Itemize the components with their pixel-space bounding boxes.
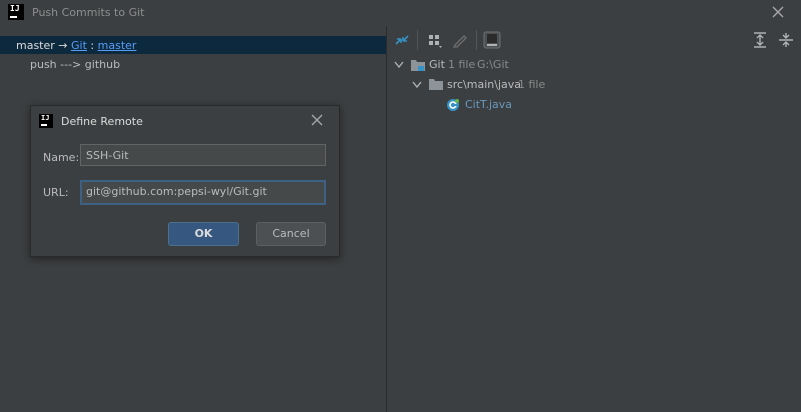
remote-link[interactable]: Git	[71, 39, 87, 52]
group-by-icon[interactable]	[425, 30, 445, 50]
tree-folder-row[interactable]: src\main\java 1 file	[387, 76, 801, 94]
chevron-down-icon[interactable]	[412, 81, 422, 89]
tree-root-path: G:\Git	[477, 58, 509, 71]
dialog-title: Define Remote	[61, 115, 143, 128]
source-branch: master	[16, 39, 55, 52]
define-remote-dialog: IJ Define Remote Name: SSH-Git URL: git@…	[30, 105, 340, 257]
url-label: URL:	[43, 186, 69, 199]
url-field[interactable]: git@github.com:pepsi-wyl/Git.git	[80, 180, 326, 205]
tree-root-count: 1 file	[448, 58, 476, 71]
chevron-down-icon[interactable]	[394, 61, 404, 69]
expand-all-icon[interactable]	[751, 30, 771, 50]
target-branch-link[interactable]: master	[98, 39, 137, 52]
module-folder-icon	[411, 60, 425, 71]
name-field[interactable]: SSH-Git	[80, 144, 326, 166]
tree-root-name: Git	[429, 58, 445, 71]
title-bar: IJ Push Commits to Git	[0, 0, 801, 26]
intellij-logo-icon: IJ	[8, 4, 24, 20]
tree-file-name: CitT.java	[465, 98, 513, 111]
window-title: Push Commits to Git	[32, 6, 145, 19]
tree-folder-name: src\main\java	[447, 78, 522, 91]
show-diff-icon[interactable]	[482, 30, 502, 50]
commits-tree-panel: Git 1 file G:\Git src\main\java 1 file C…	[387, 26, 801, 412]
toolbar-separator	[417, 30, 418, 50]
close-icon[interactable]	[311, 114, 323, 126]
tree-root-row[interactable]: Git 1 file G:\Git	[387, 56, 801, 74]
ok-button[interactable]: OK	[168, 222, 239, 246]
cancel-button[interactable]: Cancel	[256, 222, 326, 246]
collapse-arrows-icon[interactable]	[392, 30, 412, 50]
toolbar-separator	[476, 30, 477, 50]
separator: :	[90, 39, 95, 52]
push-branch-row[interactable]: master → Git : master	[0, 36, 386, 54]
close-icon[interactable]	[771, 5, 785, 19]
push-remote-row[interactable]: push ---> github	[30, 58, 120, 71]
folder-icon	[429, 79, 443, 90]
name-label: Name:	[43, 151, 80, 164]
edit-icon[interactable]	[450, 30, 470, 50]
arrow-icon: →	[58, 39, 68, 52]
collapse-all-icon[interactable]	[776, 30, 796, 50]
java-class-icon	[447, 99, 459, 111]
tree-file-row[interactable]: CitT.java	[387, 96, 801, 114]
intellij-logo-icon: IJ	[39, 114, 53, 128]
tree-folder-count: 1 file	[518, 78, 546, 91]
tree-toolbar	[387, 26, 801, 54]
